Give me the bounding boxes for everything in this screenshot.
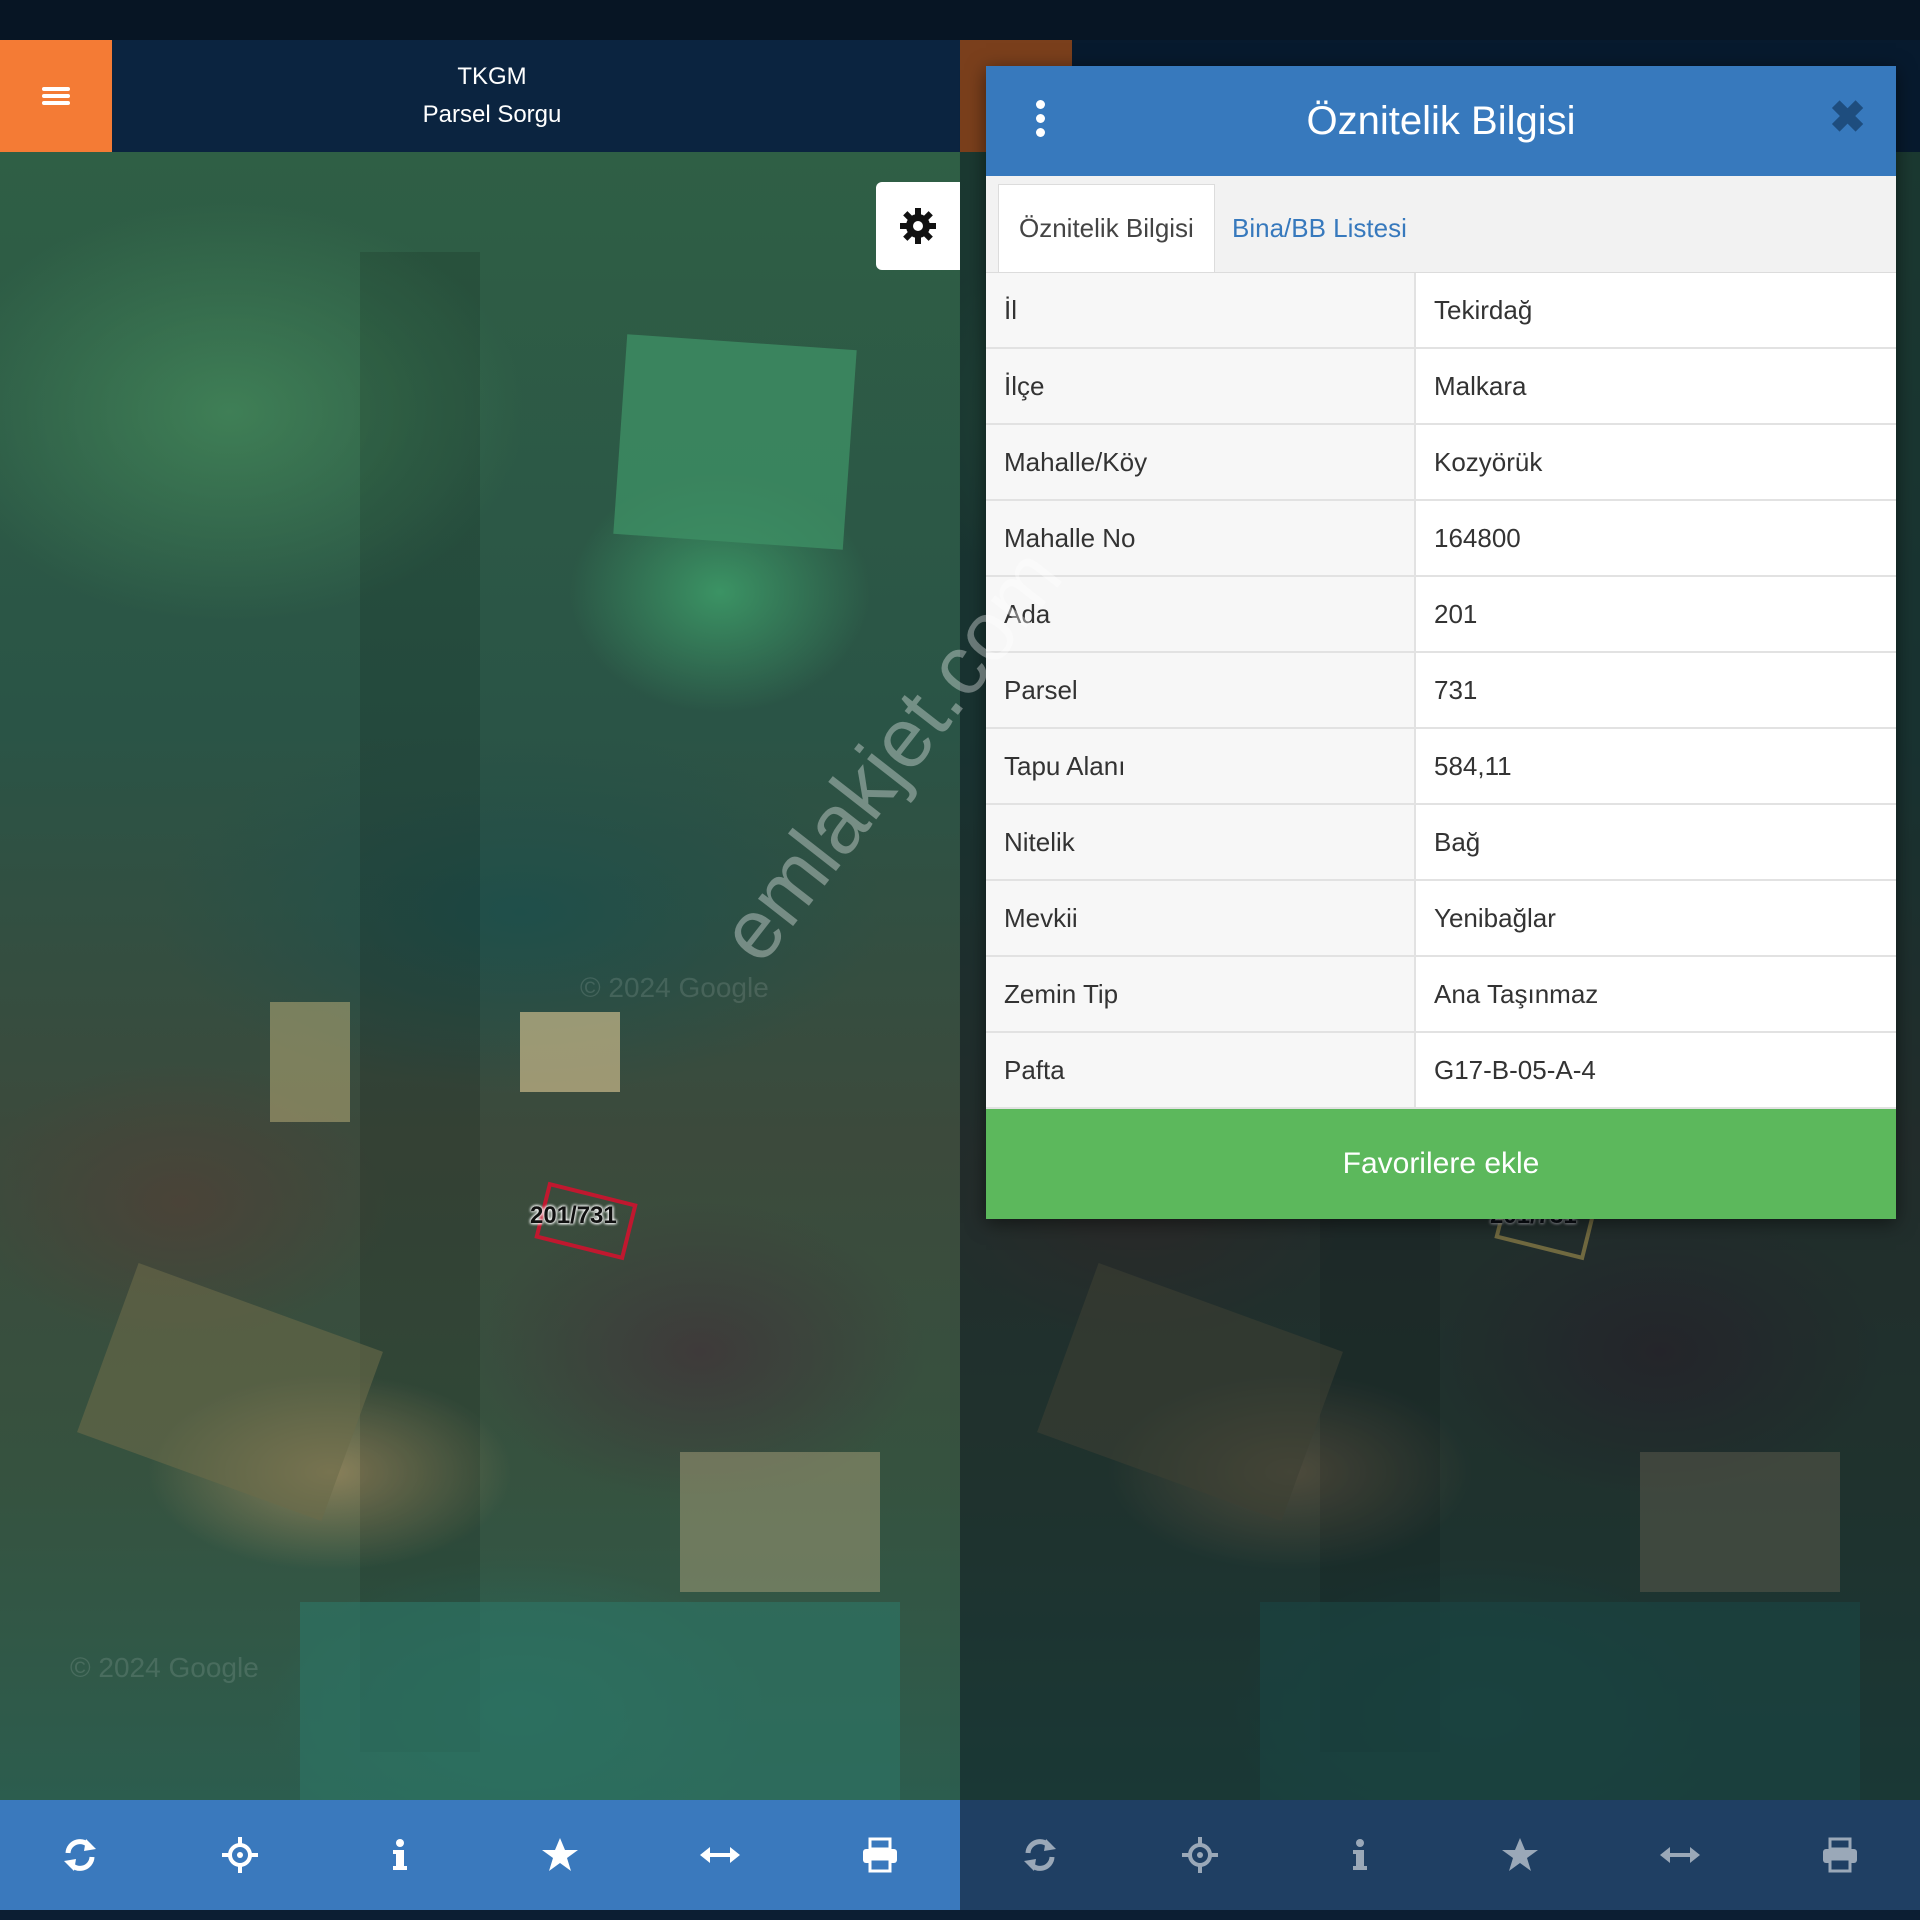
- table-row: Mahalle No 164800: [986, 500, 1896, 577]
- attribute-key: Mahalle/Köy: [986, 424, 1416, 501]
- attribute-key: İl: [986, 273, 1416, 349]
- bottom-strip: [0, 1910, 1920, 1920]
- measure-icon: [700, 1847, 740, 1863]
- table-row: Parsel 731: [986, 652, 1896, 729]
- panel-tabs: Öznitelik Bilgisi Bina/BB Listesi: [986, 176, 1896, 273]
- table-row: Mahalle/Köy Kozyörük: [986, 424, 1896, 501]
- table-row: Pafta G17-B-05-A-4: [986, 1032, 1896, 1109]
- refresh-button[interactable]: [0, 1800, 160, 1910]
- crosshair-icon: [222, 1837, 258, 1873]
- refresh-icon: [64, 1839, 96, 1871]
- refresh-icon: [1024, 1839, 1056, 1871]
- measure-icon: [1660, 1847, 1700, 1863]
- attribute-value: Tekirdağ: [1415, 273, 1896, 349]
- satellite-map[interactable]: © 2024 Google © 2024 Google 201/731: [0, 152, 960, 1800]
- table-row: Tapu Alanı 584,11: [986, 728, 1896, 805]
- star-icon: [542, 1838, 578, 1871]
- attribute-table: İl Tekirdağ İlçe Malkara Mahalle/Köy Kozyörük…: [986, 273, 1896, 1109]
- map-copyright: © 2024 Google: [70, 1652, 259, 1683]
- info-icon: [393, 1839, 407, 1870]
- attribute-value: G17-B-05-A-4: [1415, 1032, 1896, 1109]
- attribute-key: Mahalle No: [986, 500, 1416, 577]
- attribute-key: Parsel: [986, 652, 1416, 729]
- print-icon: [1823, 1837, 1857, 1873]
- bottom-toolbar: [0, 1800, 960, 1910]
- panel-header: Öznitelik Bilgisi ✖: [986, 66, 1896, 176]
- tab-building-list[interactable]: Bina/BB Listesi: [1212, 184, 1427, 272]
- info-button: [1280, 1800, 1440, 1910]
- settings-button[interactable]: [876, 182, 960, 270]
- app-header: TKGM Parsel Sorgu: [0, 40, 960, 152]
- add-to-favorites-button[interactable]: Favorilere ekle: [986, 1109, 1896, 1219]
- table-row: İl Tekirdağ: [986, 273, 1896, 349]
- attribute-value: 201: [1415, 576, 1896, 653]
- print-button: [1760, 1800, 1920, 1910]
- gear-icon: [900, 208, 936, 244]
- attribute-key: Zemin Tip: [986, 956, 1416, 1033]
- app-title: TKGM Parsel Sorgu: [112, 40, 872, 152]
- attribute-value: Kozyörük: [1415, 424, 1896, 501]
- crosshair-icon: [1182, 1837, 1218, 1873]
- hamburger-menu-button[interactable]: [0, 40, 112, 152]
- measure-button: [1600, 1800, 1760, 1910]
- tab-attribute-info[interactable]: Öznitelik Bilgisi: [998, 184, 1215, 272]
- table-row: Mevkii Yenibağlar: [986, 880, 1896, 957]
- info-icon: [1353, 1839, 1367, 1870]
- table-row: Ada 201: [986, 576, 1896, 653]
- attribute-value: Ana Taşınmaz: [1415, 956, 1896, 1033]
- attribute-value: 584,11: [1415, 728, 1896, 805]
- attribute-value: Malkara: [1415, 348, 1896, 425]
- table-row: Zemin Tip Ana Taşınmaz: [986, 956, 1896, 1033]
- attribute-value: Bağ: [1415, 804, 1896, 881]
- table-row: Nitelik Bağ: [986, 804, 1896, 881]
- print-icon: [863, 1837, 897, 1873]
- parcel-label: 201/731: [530, 1202, 617, 1229]
- measure-button[interactable]: [640, 1800, 800, 1910]
- favorites-button: [1440, 1800, 1600, 1910]
- attribute-key: İlçe: [986, 348, 1416, 425]
- attribute-value: 164800: [1415, 500, 1896, 577]
- attribute-value: 731: [1415, 652, 1896, 729]
- bottom-toolbar-dimmed: [960, 1800, 1920, 1910]
- favorites-button[interactable]: [480, 1800, 640, 1910]
- locate-button[interactable]: [160, 1800, 320, 1910]
- print-button[interactable]: [800, 1800, 960, 1910]
- more-options-icon[interactable]: [1036, 100, 1046, 142]
- close-icon[interactable]: ✖: [1829, 96, 1866, 140]
- attribute-key: Pafta: [986, 1032, 1416, 1109]
- app-title-line2: Parsel Sorgu: [422, 101, 562, 128]
- panel-title: Öznitelik Bilgisi: [1306, 98, 1576, 143]
- attribute-key: Tapu Alanı: [986, 728, 1416, 805]
- refresh-button: [960, 1800, 1120, 1910]
- attribute-key: Mevkii: [986, 880, 1416, 957]
- menu-icon: [42, 84, 70, 108]
- attribute-key: Nitelik: [986, 804, 1416, 881]
- locate-button: [1120, 1800, 1280, 1910]
- app-title-line1: TKGM: [457, 63, 527, 90]
- star-icon: [1502, 1838, 1538, 1871]
- table-row: İlçe Malkara: [986, 348, 1896, 425]
- info-button[interactable]: [320, 1800, 480, 1910]
- map-copyright: © 2024 Google: [580, 972, 769, 1003]
- attribute-value: Yenibağlar: [1415, 880, 1896, 957]
- attribute-panel: Öznitelik Bilgisi ✖ Öznitelik Bilgisi Bi…: [986, 66, 1896, 1219]
- status-bar: [0, 0, 1920, 40]
